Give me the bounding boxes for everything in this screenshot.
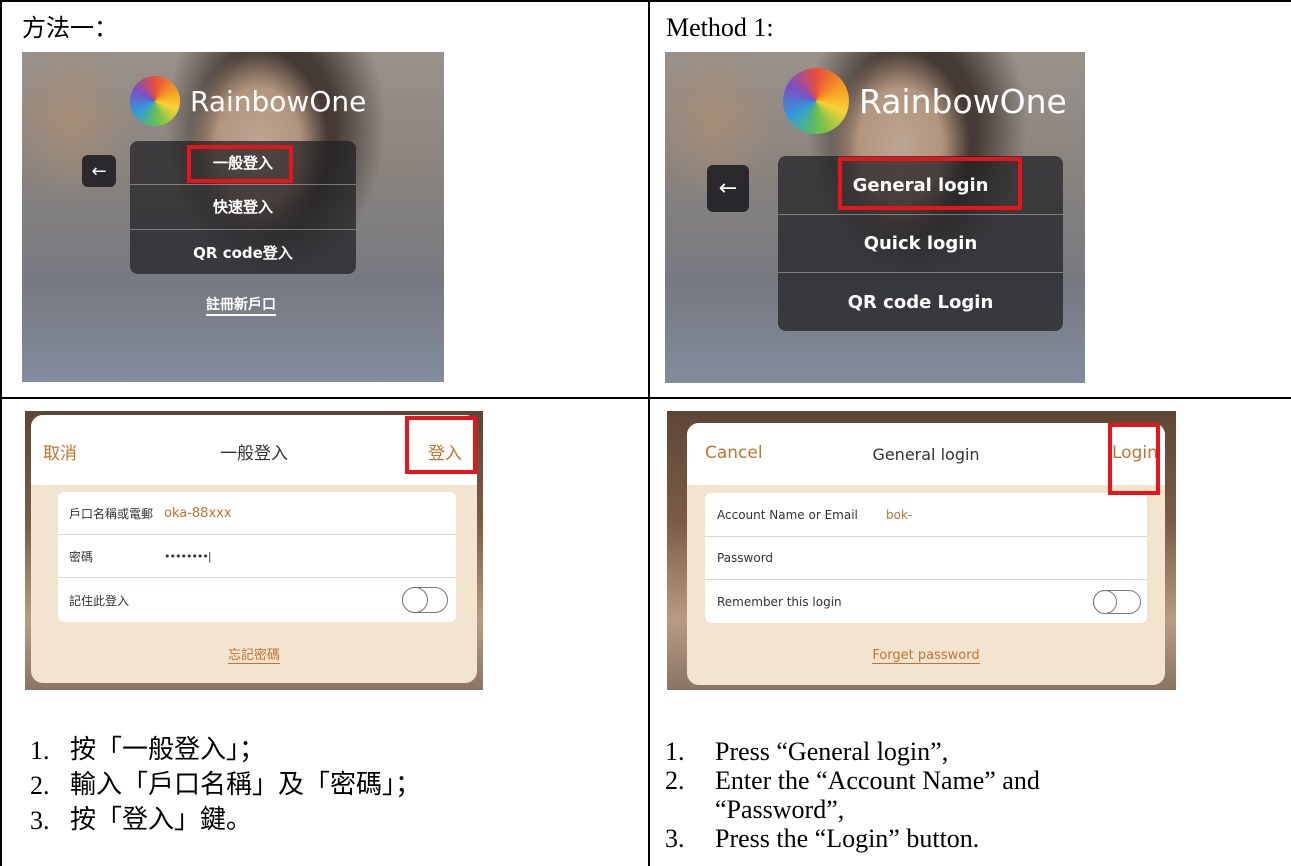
account-field-value: bok- [886,507,913,522]
table-row-divider [0,397,1291,399]
step-number: 1. [30,736,50,765]
instruction-table: 方法一： RainbowOne ← 一般登入 快速登入 QR code登入 註冊… [0,0,1291,866]
login-form-card: Cancel General login Login Account Name … [687,423,1165,685]
password-field-label: 密碼 [69,549,94,564]
toggle-switch-icon[interactable] [1093,590,1141,614]
menu-item-qr-login[interactable]: QR code登入 [130,230,356,274]
step-text: Enter the “Account Name” and “Password”, [715,766,1040,824]
list-item: 1. 按「一般登入」； [30,733,630,768]
rainbowone-logo: RainbowOne [130,76,366,126]
password-field-label: Password [717,551,774,565]
list-item: 2. Enter the “Account Name” and “Password… [665,766,1075,824]
form-fields: 戶口名稱或電郵 oka-88xxx 密碼 ••••••••| 記住此登入 [58,492,456,622]
menu-item-qr-login[interactable]: QR code Login [778,273,1063,331]
step-text: Press “General login”, [715,737,949,766]
highlight-box [187,145,293,183]
rainbowone-logo: RainbowOne [783,68,1067,134]
remember-row: Remember this login [705,580,1147,623]
highlight-box [405,416,477,474]
right-login-form-screenshot: Cancel General login Login Account Name … [667,411,1176,690]
left-cell-title: 方法一： [22,14,118,42]
toggle-knob [1093,590,1117,614]
toggle-knob [402,587,428,613]
account-field-label: Account Name or Email [717,507,858,522]
list-item: 3. 按「登入」鍵。 [30,803,630,838]
table-border-left [0,0,2,866]
step-number: 2. [30,771,50,800]
list-item: 1. Press “General login”, [665,737,1225,766]
step-number: 3. [30,806,50,835]
form-title: General login [872,445,980,464]
form-fields: Account Name or Email bok- Password Reme… [705,493,1147,623]
logo-text: RainbowOne [859,81,1067,121]
step-number: 3. [665,824,685,853]
step-text: 按「登入」鍵。 [70,805,253,835]
arrow-left-icon: ← [91,160,107,182]
remember-label: 記住此登入 [69,593,130,608]
step-text: 按「一般登入」； [70,735,266,765]
account-field-label: 戶口名稱或電郵 [69,506,154,521]
left-steps-list: 1. 按「一般登入」； 2. 輸入「戶口名稱」及「密碼」； 3. 按「登入」鍵。 [30,733,630,838]
step-number: 2. [665,766,685,795]
table-border-top [0,0,1291,2]
left-login-menu-screenshot: RainbowOne ← 一般登入 快速登入 QR code登入 註冊新戶口 [22,52,444,382]
forget-password-text: 忘記密碼 [227,648,280,664]
step-text: 輸入「戶口名稱」及「密碼」； [70,770,422,800]
logo-text: RainbowOne [190,84,367,118]
right-cell-title: Method 1: [666,13,774,42]
right-steps-list: 1. Press “General login”, 2. Enter the “Ac… [665,737,1225,853]
forget-password-link[interactable]: Forget password [687,648,1165,664]
highlight-box [838,157,1022,210]
list-item: 2. 輸入「戶口名稱」及「密碼」； [30,768,630,803]
forget-password-link[interactable]: 忘記密碼 [31,644,477,664]
password-field[interactable]: Password [705,537,1147,579]
arrow-left-icon: ← [718,176,738,201]
rainbowone-logo-icon [130,76,180,126]
toggle-switch-icon[interactable] [402,587,448,613]
list-item: 3. Press the “Login” button. [665,824,1225,853]
password-field[interactable]: 密碼 ••••••••| [58,535,456,577]
back-button[interactable]: ← [707,165,749,212]
right-login-menu-screenshot: RainbowOne ← General login Quick login Q… [665,52,1085,383]
table-column-divider [648,0,650,866]
step-text: Press the “Login” button. [715,824,980,853]
highlight-box [1108,423,1160,495]
password-field-value: ••••••••| [164,549,212,563]
register-link[interactable]: 註冊新戶口 [206,294,276,316]
remember-row: 記住此登入 [58,578,456,622]
step-number: 1. [665,737,685,766]
menu-item-quick-login[interactable]: 快速登入 [130,185,356,228]
form-header: Cancel General login Login [687,423,1165,485]
forget-password-text: Forget password [872,648,980,664]
account-field[interactable]: 戶口名稱或電郵 oka-88xxx [58,492,456,534]
remember-label: Remember this login [717,594,842,609]
left-login-form-screenshot: 取消 一般登入 登入 戶口名稱或電郵 oka-88xxx 密碼 ••••••••… [25,411,483,690]
back-button[interactable]: ← [82,155,116,187]
account-field-value: oka-88xxx [164,505,232,521]
menu-item-quick-login[interactable]: Quick login [778,215,1063,272]
account-field[interactable]: Account Name or Email bok- [705,493,1147,536]
rainbowone-logo-icon [783,68,849,134]
